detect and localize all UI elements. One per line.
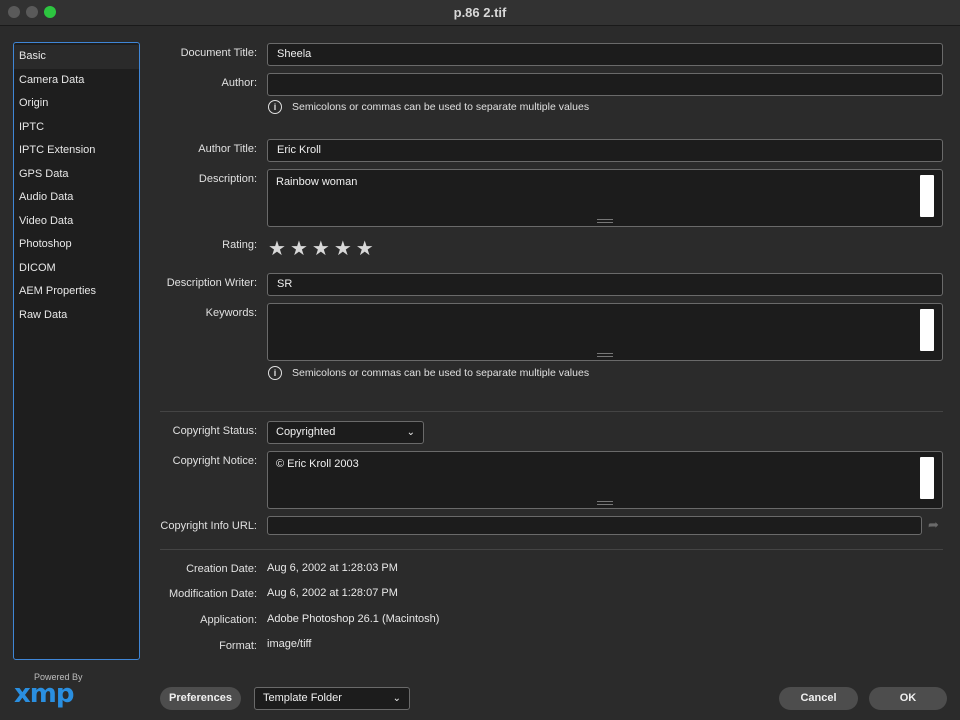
copyright-notice-scrollbar[interactable] xyxy=(920,457,934,499)
rating-star-2-icon[interactable]: ★ xyxy=(290,237,308,261)
keywords-resize-grip[interactable] xyxy=(597,353,613,357)
author-title-field[interactable]: Eric Kroll xyxy=(267,139,943,162)
rating-star-1-icon[interactable]: ★ xyxy=(268,237,286,261)
template-folder-value: Template Folder xyxy=(263,692,342,704)
go-to-url-icon[interactable]: ➦ xyxy=(928,517,939,533)
description-textarea[interactable]: Rainbow woman xyxy=(267,169,943,227)
sidebar-item-video-data[interactable]: Video Data xyxy=(14,210,139,234)
author-hint-text: Semicolons or commas can be used to sepa… xyxy=(292,101,590,113)
description-text: Rainbow woman xyxy=(276,176,358,188)
cancel-button[interactable]: Cancel xyxy=(779,687,858,710)
keywords-scrollbar[interactable] xyxy=(920,309,934,351)
author-hint: i Semicolons or commas can be used to se… xyxy=(268,99,589,115)
format-value: image/tiff xyxy=(267,638,312,650)
window-title: p.86 2.tif xyxy=(453,5,507,20)
copyright-status-select[interactable]: Copyrighted ⌄ xyxy=(267,421,424,444)
sidebar-item-iptc[interactable]: IPTC xyxy=(14,116,139,140)
preferences-button[interactable]: Preferences xyxy=(160,687,241,710)
rating-star-4-icon[interactable]: ★ xyxy=(334,237,352,261)
info-icon: i xyxy=(268,100,282,114)
sidebar-item-origin[interactable]: Origin xyxy=(14,92,139,116)
sidebar-item-audio-data[interactable]: Audio Data xyxy=(14,186,139,210)
copyright-notice-text: © Eric Kroll 2003 xyxy=(276,458,359,470)
copyright-status-label: Copyright Status: xyxy=(172,425,257,437)
description-writer-label: Description Writer: xyxy=(166,277,257,289)
modification-date-label: Modification Date: xyxy=(168,588,257,600)
template-folder-select[interactable]: Template Folder ⌄ xyxy=(254,687,410,710)
copyright-notice-resize-grip[interactable] xyxy=(597,501,613,505)
keywords-hint: i Semicolons or commas can be used to se… xyxy=(268,365,589,381)
copyright-url-field[interactable] xyxy=(267,516,922,535)
ok-button[interactable]: OK xyxy=(869,687,947,710)
section-divider xyxy=(160,411,943,412)
title-bar: p.86 2.tif xyxy=(0,0,960,26)
info-icon: i xyxy=(268,366,282,380)
description-scrollbar[interactable] xyxy=(920,175,934,217)
section-divider xyxy=(160,549,943,550)
rating-label: Rating: xyxy=(222,239,257,251)
keywords-label: Keywords: xyxy=(205,307,257,319)
description-writer-field[interactable]: SR xyxy=(267,273,943,296)
format-label: Format: xyxy=(219,640,257,652)
author-label: Author: xyxy=(221,77,257,89)
chevron-down-icon: ⌄ xyxy=(392,693,401,704)
application-value: Adobe Photoshop 26.1 (Macintosh) xyxy=(267,613,440,625)
creation-date-label: Creation Date: xyxy=(186,563,257,575)
copyright-status-value: Copyrighted xyxy=(276,426,336,438)
author-title-label: Author Title: xyxy=(198,143,257,155)
copyright-notice-textarea[interactable]: © Eric Kroll 2003 xyxy=(267,451,943,509)
xmp-logo: xmp xyxy=(14,679,74,709)
description-resize-grip[interactable] xyxy=(597,219,613,223)
rating-star-3-icon[interactable]: ★ xyxy=(312,237,330,261)
document-title-field[interactable]: Sheela xyxy=(267,43,943,66)
application-label: Application: xyxy=(200,614,257,626)
keywords-hint-text: Semicolons or commas can be used to sepa… xyxy=(292,367,590,379)
creation-date-value: Aug 6, 2002 at 1:28:03 PM xyxy=(267,562,398,574)
copyright-notice-label: Copyright Notice: xyxy=(172,455,257,467)
document-title-label: Document Title: xyxy=(180,47,257,59)
copyright-url-label: Copyright Info URL: xyxy=(160,520,257,532)
rating-stars: ★ ★ ★ ★ ★ xyxy=(268,237,374,261)
modification-date-value: Aug 6, 2002 at 1:28:07 PM xyxy=(267,587,398,599)
chevron-down-icon: ⌄ xyxy=(406,427,415,438)
rating-star-5-icon[interactable]: ★ xyxy=(356,237,374,261)
description-label: Description: xyxy=(198,173,257,185)
author-field[interactable] xyxy=(267,73,943,96)
keywords-textarea[interactable] xyxy=(267,303,943,361)
